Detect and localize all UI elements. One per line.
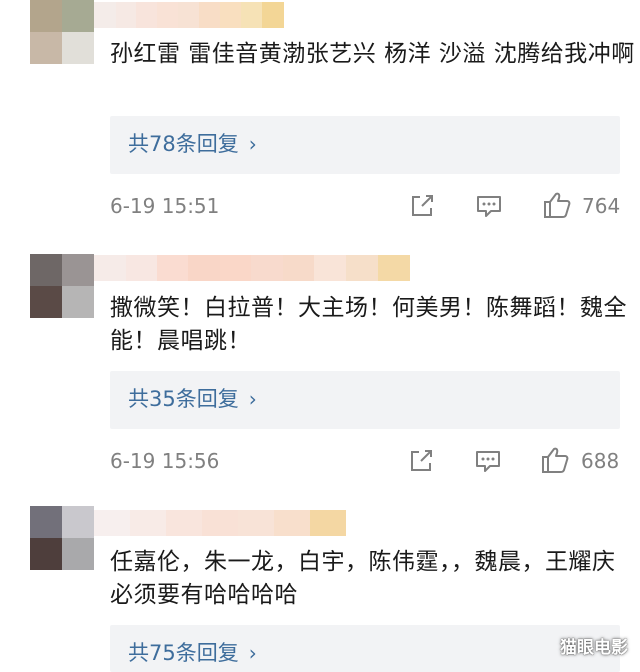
comment-icon[interactable] bbox=[475, 192, 503, 220]
comment-item: 任嘉伦，朱一龙，白宇，陈伟霆，，魏晨，王耀庆必须要有哈哈哈哈 共75条回复 › bbox=[0, 490, 640, 672]
share-icon[interactable] bbox=[407, 447, 435, 475]
reply-summary[interactable]: 共35条回复 › bbox=[110, 371, 620, 429]
chevron-right-icon: › bbox=[248, 641, 257, 665]
comment-text: 撒微笑！白拉普！大主场！何美男！陈舞蹈！魏全能！晨唱跳！ bbox=[110, 295, 627, 354]
chevron-right-icon: › bbox=[248, 132, 257, 156]
timestamp: 6-19 15:51 bbox=[110, 194, 220, 218]
comment-text: 孙红雷 雷佳音黄渤张艺兴 杨洋 沙溢 沈腾给我冲啊 bbox=[110, 41, 635, 67]
reply-count-label[interactable]: 共75条回复 › bbox=[128, 640, 257, 666]
share-icon[interactable] bbox=[408, 192, 436, 220]
reply-summary[interactable]: 共78条回复 › bbox=[110, 116, 620, 174]
username-blurred[interactable] bbox=[94, 255, 410, 281]
avatar[interactable] bbox=[30, 0, 94, 64]
like-count: 688 bbox=[581, 449, 620, 473]
timestamp: 6-19 15:56 bbox=[110, 449, 220, 473]
reply-count-label[interactable]: 共35条回复 › bbox=[128, 386, 257, 412]
thumbs-up-icon[interactable] bbox=[542, 190, 572, 220]
avatar[interactable] bbox=[30, 506, 94, 570]
username-blurred[interactable] bbox=[94, 2, 284, 28]
thumbs-up-icon[interactable] bbox=[540, 445, 570, 475]
comment-icon[interactable] bbox=[474, 447, 502, 475]
reply-count-label[interactable]: 共78条回复 › bbox=[128, 131, 257, 157]
username-blurred[interactable] bbox=[94, 510, 346, 536]
comment-item: 孙红雷 雷佳音黄渤张艺兴 杨洋 沙溢 沈腾给我冲啊 共78条回复 › 6-19 1… bbox=[0, 0, 640, 240]
chevron-right-icon: › bbox=[248, 387, 257, 411]
comment-text: 任嘉伦，朱一龙，白宇，陈伟霆，，魏晨，王耀庆必须要有哈哈哈哈 bbox=[110, 549, 616, 608]
like-count: 764 bbox=[582, 194, 621, 218]
comment-item: 撒微笑！白拉普！大主场！何美男！陈舞蹈！魏全能！晨唱跳！ 共35条回复 › 6-1… bbox=[0, 240, 640, 490]
watermark: 猫眼电影 bbox=[560, 638, 628, 658]
reply-summary[interactable]: 共75条回复 › bbox=[110, 625, 620, 672]
avatar[interactable] bbox=[30, 254, 94, 318]
